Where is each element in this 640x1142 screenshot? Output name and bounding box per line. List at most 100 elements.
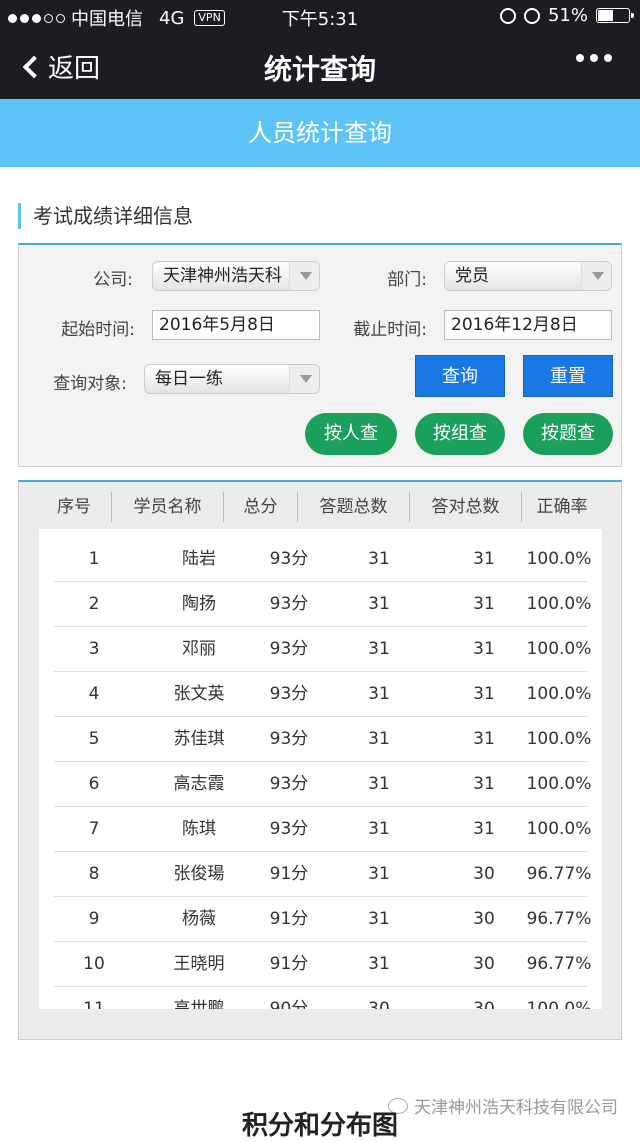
section-banner: 人员统计查询 bbox=[0, 99, 640, 167]
table-cell: 31 bbox=[368, 864, 390, 884]
table-row[interactable]: 10 王晓明 91分 31 30 96.77% bbox=[54, 942, 591, 987]
end-date-input[interactable]: 2016年12月8日 bbox=[444, 310, 612, 340]
table-cell: 10 bbox=[83, 954, 105, 974]
page-title: 统计查询 bbox=[263, 53, 376, 86]
table-row[interactable]: 7 陈琪 93分 31 31 100.0% bbox=[54, 807, 591, 852]
table-cell: 93分 bbox=[269, 549, 309, 569]
table-body[interactable]: 1 陆岩 93分 31 31 100.0% 2 陶扬 93分 31 31 100.0% 3 邓丽 93分 31… bbox=[39, 529, 602, 1009]
table-cell: 7 bbox=[88, 819, 100, 839]
table-cell: 苏佳琪 bbox=[173, 729, 225, 749]
table-cell: 31 bbox=[368, 639, 390, 659]
alarm-icon bbox=[523, 7, 540, 24]
header-score: 总分 bbox=[224, 492, 298, 522]
dept-select-value: 党员 bbox=[455, 266, 489, 286]
target-select[interactable]: 每日一练 bbox=[144, 364, 320, 394]
table-row[interactable]: 6 高志霞 93分 31 31 100.0% bbox=[54, 762, 591, 807]
table-cell: 30 bbox=[368, 999, 390, 1009]
table-cell: 11 bbox=[83, 999, 105, 1009]
table-header: 序号 学员名称 总分 答题总数 答对总数 正确率 bbox=[19, 492, 621, 522]
result-table: 序号 学员名称 总分 答题总数 答对总数 正确率 1 陆岩 93分 31 31 100.0… bbox=[18, 480, 622, 1040]
table-cell: 邓丽 bbox=[182, 639, 216, 659]
table-cell: 91分 bbox=[269, 954, 309, 974]
table-cell: 93分 bbox=[269, 639, 309, 659]
start-date-label: 起始时间: bbox=[61, 320, 135, 340]
table-row[interactable]: 1 陆岩 93分 31 31 100.0% bbox=[54, 537, 591, 582]
dept-select[interactable]: 党员 bbox=[444, 261, 612, 291]
table-cell: 93分 bbox=[269, 684, 309, 704]
dept-label: 部门: bbox=[387, 270, 427, 290]
table-cell: 31 bbox=[368, 819, 390, 839]
company-select-value: 天津神州浩天科 bbox=[163, 266, 282, 286]
table-cell: 91分 bbox=[269, 909, 309, 929]
table-row[interactable]: 8 张俊瑒 91分 31 30 96.77% bbox=[54, 852, 591, 897]
table-cell: 2 bbox=[88, 594, 100, 614]
table-cell: 31 bbox=[368, 729, 390, 749]
table-row[interactable]: 9 杨薇 91分 31 30 96.77% bbox=[54, 897, 591, 942]
table-cell: 31 bbox=[368, 594, 390, 614]
table-row[interactable]: 4 张文英 93分 31 31 100.0% bbox=[54, 672, 591, 717]
reset-button[interactable]: 重置 bbox=[523, 355, 613, 397]
more-menu-button[interactable] bbox=[576, 54, 612, 62]
table-row[interactable]: 11 高世鹏 90分 30 30 100.0% bbox=[54, 987, 591, 1009]
chart-section-title: 积分和分布图 bbox=[241, 1111, 398, 1141]
table-cell: 96.77% bbox=[526, 954, 592, 974]
battery-percent: 51% bbox=[547, 5, 588, 26]
query-button[interactable]: 查询 bbox=[415, 355, 505, 397]
status-right: 51% bbox=[499, 5, 634, 26]
end-date-label: 截止时间: bbox=[353, 320, 427, 340]
table-cell: 杨薇 bbox=[182, 909, 216, 929]
table-cell: 陆岩 bbox=[182, 549, 216, 569]
table-cell: 96.77% bbox=[526, 909, 592, 929]
target-label: 查询对象: bbox=[53, 374, 127, 394]
table-cell: 31 bbox=[368, 684, 390, 704]
table-cell: 31 bbox=[368, 909, 390, 929]
header-correct: 答对总数 bbox=[410, 492, 522, 522]
table-cell: 93分 bbox=[269, 819, 309, 839]
table-cell: 93分 bbox=[269, 729, 309, 749]
table-cell: 93分 bbox=[269, 594, 309, 614]
table-cell: 100.0% bbox=[526, 684, 592, 704]
company-select[interactable]: 天津神州浩天科 bbox=[152, 261, 320, 291]
table-cell: 100.0% bbox=[526, 774, 592, 794]
nav-bar: 返回 统计查询 bbox=[0, 32, 640, 99]
table-cell: 5 bbox=[88, 729, 100, 749]
orientation-lock-icon bbox=[499, 7, 516, 24]
header-index: 序号 bbox=[37, 492, 112, 522]
chevron-down-icon bbox=[289, 262, 319, 290]
table-cell: 90分 bbox=[269, 999, 309, 1009]
table-cell: 陈琪 bbox=[182, 819, 216, 839]
table-cell: 100.0% bbox=[526, 639, 592, 659]
chevron-down-icon bbox=[581, 262, 611, 290]
header-rate: 正确率 bbox=[536, 497, 588, 517]
start-date-input[interactable]: 2016年5月8日 bbox=[152, 310, 320, 340]
table-cell: 31 bbox=[368, 774, 390, 794]
battery-icon bbox=[596, 8, 634, 23]
table-cell: 1 bbox=[88, 549, 100, 569]
table-cell: 31 bbox=[368, 549, 390, 569]
table-cell: 陶扬 bbox=[182, 594, 216, 614]
table-cell: 93分 bbox=[269, 774, 309, 794]
filter-panel: 公司: 天津神州浩天科 部门: 党员 起始时间: 2016年5月8日 截止时间:… bbox=[18, 243, 622, 467]
table-cell: 100.0% bbox=[526, 729, 592, 749]
table-cell: 张俊瑒 bbox=[173, 864, 225, 884]
table-cell: 100.0% bbox=[526, 594, 592, 614]
table-cell: 100.0% bbox=[526, 819, 592, 839]
table-row[interactable]: 3 邓丽 93分 31 31 100.0% bbox=[54, 627, 591, 672]
table-cell: 91分 bbox=[269, 864, 309, 884]
header-name: 学员名称 bbox=[112, 492, 224, 522]
table-cell: 3 bbox=[88, 639, 100, 659]
table-row[interactable]: 5 苏佳琪 93分 31 31 100.0% bbox=[54, 717, 591, 762]
table-cell: 6 bbox=[88, 774, 100, 794]
target-select-value: 每日一练 bbox=[155, 369, 223, 389]
table-cell: 王晓明 bbox=[173, 954, 225, 974]
by-person-button[interactable]: 按人查 bbox=[305, 413, 397, 455]
table-cell: 9 bbox=[88, 909, 100, 929]
table-cell: 4 bbox=[88, 684, 100, 704]
section-title: 考试成绩详细信息 bbox=[18, 203, 193, 229]
by-question-button[interactable]: 按题查 bbox=[523, 413, 613, 455]
header-answered: 答题总数 bbox=[298, 492, 410, 522]
table-row[interactable]: 2 陶扬 93分 31 31 100.0% bbox=[54, 582, 591, 627]
status-bar: 中国电信 4G VPN 下午5:31 51% bbox=[0, 0, 640, 32]
by-group-button[interactable]: 按组查 bbox=[415, 413, 505, 455]
table-cell: 96.77% bbox=[526, 864, 592, 884]
